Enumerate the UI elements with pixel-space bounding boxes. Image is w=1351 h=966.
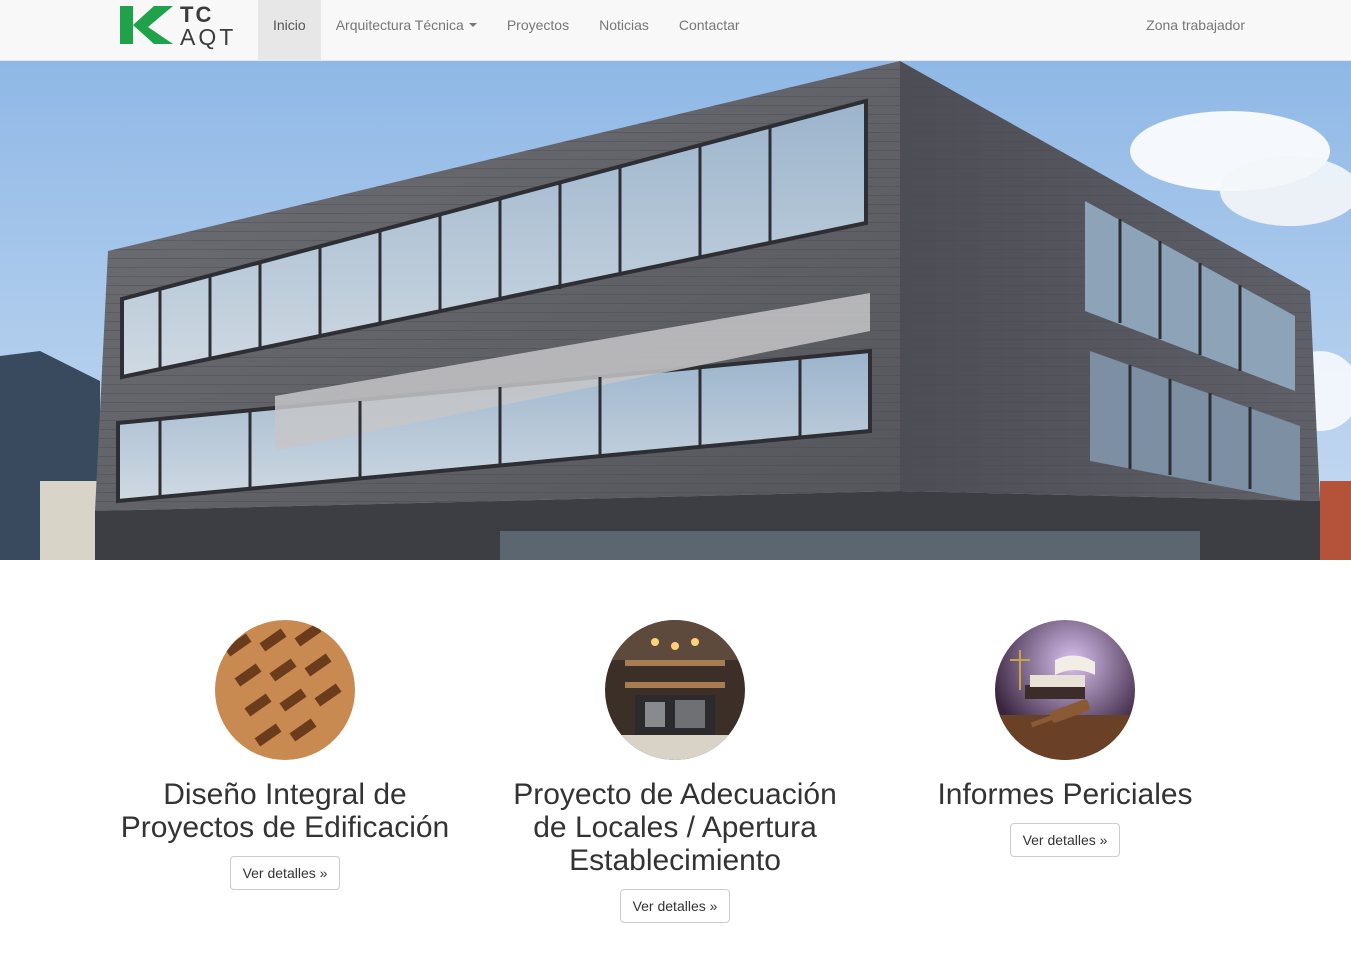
feature-diseno-integral: Diseño Integral de Proyectos de Edificac… [105, 620, 465, 890]
feature-title: Proyecto de Adecuación de Locales / Aper… [513, 778, 837, 877]
ver-detalles-button[interactable]: Ver detalles » [229, 856, 341, 890]
cafe-interior-photo [605, 620, 745, 760]
navbar: TC AQT Inicio Arquitectura Técnica Proye… [0, 0, 1351, 61]
caret-down-icon [468, 23, 477, 28]
ver-detalles-button[interactable]: Ver detalles » [619, 889, 731, 923]
brick-pattern-photo [215, 620, 355, 760]
nav-item-zona-trabajador[interactable]: Zona trabajador [1146, 0, 1245, 60]
brand-line-2: AQT [180, 24, 237, 50]
brand-logo[interactable]: TC AQT [118, 3, 250, 51]
modern-office-building-photo [0, 61, 1351, 560]
main-nav: Inicio Arquitectura Técnica Proyectos No… [258, 0, 755, 60]
law-books-gavel-photo [995, 620, 1135, 760]
nav-item-label: Arquitectura Técnica [335, 17, 464, 33]
feature-informes-periciales: Informes Periciales Ver detalles » [885, 620, 1245, 857]
feature-title: Informes Periciales [937, 778, 1193, 811]
feature-title: Diseño Integral de Proyectos de Edificac… [120, 778, 450, 844]
nav-item-proyectos[interactable]: Proyectos [492, 0, 584, 60]
nav-item-inicio[interactable]: Inicio [258, 0, 321, 60]
nav-item-arquitectura-tecnica[interactable]: Arquitectura Técnica [321, 0, 492, 60]
nav-item-noticias[interactable]: Noticias [584, 0, 664, 60]
hero-banner [0, 61, 1351, 560]
ver-detalles-button[interactable]: Ver detalles » [1009, 823, 1121, 857]
brand-text: TC AQT [180, 3, 250, 51]
feature-adecuacion-locales: Proyecto de Adecuación de Locales / Aper… [495, 620, 855, 923]
nav-item-contactar[interactable]: Contactar [664, 0, 755, 60]
tc-aqt-logo-icon [120, 6, 173, 44]
